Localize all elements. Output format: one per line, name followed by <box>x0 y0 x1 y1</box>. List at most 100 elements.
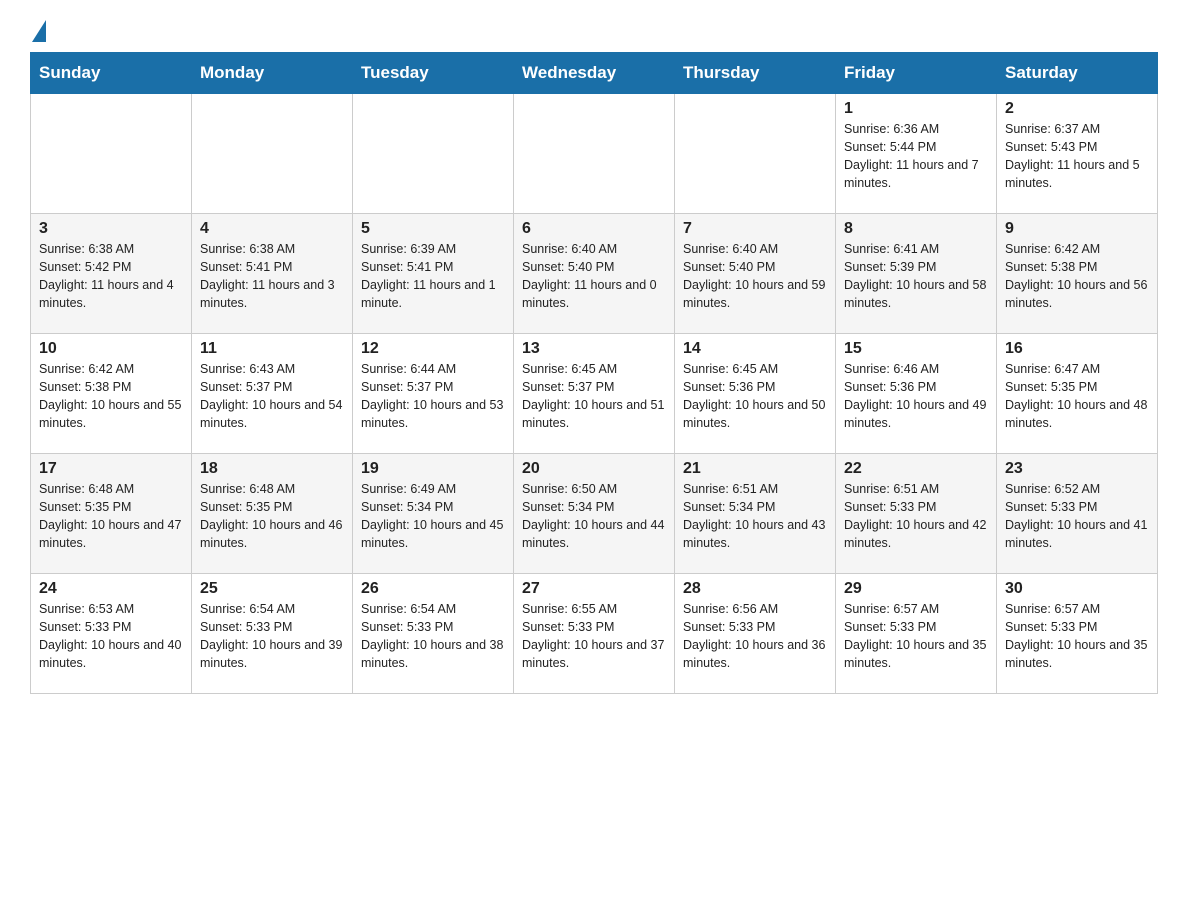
day-info: Sunrise: 6:39 AM Sunset: 5:41 PM Dayligh… <box>361 240 505 313</box>
day-number: 29 <box>844 580 988 598</box>
calendar-cell: 13 Sunrise: 6:45 AM Sunset: 5:37 PM Dayli… <box>514 334 675 454</box>
day-number: 21 <box>683 460 827 478</box>
calendar-cell: 30 Sunrise: 6:57 AM Sunset: 5:33 PM Dayli… <box>997 574 1158 694</box>
day-info: Sunrise: 6:42 AM Sunset: 5:38 PM Dayligh… <box>39 360 183 433</box>
calendar-cell <box>192 94 353 214</box>
day-number: 8 <box>844 220 988 238</box>
day-number: 7 <box>683 220 827 238</box>
day-number: 14 <box>683 340 827 358</box>
day-info: Sunrise: 6:51 AM Sunset: 5:34 PM Dayligh… <box>683 480 827 553</box>
day-info: Sunrise: 6:38 AM Sunset: 5:41 PM Dayligh… <box>200 240 344 313</box>
calendar-cell: 21 Sunrise: 6:51 AM Sunset: 5:34 PM Dayli… <box>675 454 836 574</box>
day-info: Sunrise: 6:50 AM Sunset: 5:34 PM Dayligh… <box>522 480 666 553</box>
day-number: 30 <box>1005 580 1149 598</box>
calendar-header-row: SundayMondayTuesdayWednesdayThursdayFrid… <box>31 53 1158 94</box>
day-info: Sunrise: 6:51 AM Sunset: 5:33 PM Dayligh… <box>844 480 988 553</box>
calendar-table: SundayMondayTuesdayWednesdayThursdayFrid… <box>30 52 1158 694</box>
calendar-cell <box>353 94 514 214</box>
day-number: 25 <box>200 580 344 598</box>
calendar-cell: 6 Sunrise: 6:40 AM Sunset: 5:40 PM Daylig… <box>514 214 675 334</box>
calendar-cell: 1 Sunrise: 6:36 AM Sunset: 5:44 PM Daylig… <box>836 94 997 214</box>
day-of-week-header: Wednesday <box>514 53 675 94</box>
day-number: 18 <box>200 460 344 478</box>
day-of-week-header: Sunday <box>31 53 192 94</box>
day-number: 5 <box>361 220 505 238</box>
calendar-cell: 23 Sunrise: 6:52 AM Sunset: 5:33 PM Dayli… <box>997 454 1158 574</box>
calendar-week-row: 24 Sunrise: 6:53 AM Sunset: 5:33 PM Dayli… <box>31 574 1158 694</box>
calendar-cell: 19 Sunrise: 6:49 AM Sunset: 5:34 PM Dayli… <box>353 454 514 574</box>
day-info: Sunrise: 6:37 AM Sunset: 5:43 PM Dayligh… <box>1005 120 1149 193</box>
day-of-week-header: Friday <box>836 53 997 94</box>
day-number: 13 <box>522 340 666 358</box>
day-info: Sunrise: 6:57 AM Sunset: 5:33 PM Dayligh… <box>1005 600 1149 673</box>
calendar-cell: 29 Sunrise: 6:57 AM Sunset: 5:33 PM Dayli… <box>836 574 997 694</box>
calendar-cell: 17 Sunrise: 6:48 AM Sunset: 5:35 PM Dayli… <box>31 454 192 574</box>
day-info: Sunrise: 6:42 AM Sunset: 5:38 PM Dayligh… <box>1005 240 1149 313</box>
day-info: Sunrise: 6:43 AM Sunset: 5:37 PM Dayligh… <box>200 360 344 433</box>
calendar-week-row: 17 Sunrise: 6:48 AM Sunset: 5:35 PM Dayli… <box>31 454 1158 574</box>
calendar-week-row: 3 Sunrise: 6:38 AM Sunset: 5:42 PM Daylig… <box>31 214 1158 334</box>
day-info: Sunrise: 6:40 AM Sunset: 5:40 PM Dayligh… <box>522 240 666 313</box>
day-number: 20 <box>522 460 666 478</box>
day-number: 6 <box>522 220 666 238</box>
day-number: 27 <box>522 580 666 598</box>
day-info: Sunrise: 6:53 AM Sunset: 5:33 PM Dayligh… <box>39 600 183 673</box>
calendar-cell: 8Sunrise: 6:41 AM Sunset: 5:39 PM Daylig… <box>836 214 997 334</box>
calendar-cell: 12 Sunrise: 6:44 AM Sunset: 5:37 PM Dayli… <box>353 334 514 454</box>
day-info: Sunrise: 6:44 AM Sunset: 5:37 PM Dayligh… <box>361 360 505 433</box>
day-info: Sunrise: 6:36 AM Sunset: 5:44 PM Dayligh… <box>844 120 988 193</box>
day-number: 4 <box>200 220 344 238</box>
calendar-cell <box>675 94 836 214</box>
day-number: 1 <box>844 100 988 118</box>
calendar-cell: 3 Sunrise: 6:38 AM Sunset: 5:42 PM Daylig… <box>31 214 192 334</box>
day-number: 16 <box>1005 340 1149 358</box>
day-info: Sunrise: 6:49 AM Sunset: 5:34 PM Dayligh… <box>361 480 505 553</box>
calendar-cell: 26 Sunrise: 6:54 AM Sunset: 5:33 PM Dayli… <box>353 574 514 694</box>
calendar-cell: 15 Sunrise: 6:46 AM Sunset: 5:36 PM Dayli… <box>836 334 997 454</box>
day-number: 9 <box>1005 220 1149 238</box>
day-info: Sunrise: 6:52 AM Sunset: 5:33 PM Dayligh… <box>1005 480 1149 553</box>
day-of-week-header: Monday <box>192 53 353 94</box>
day-of-week-header: Tuesday <box>353 53 514 94</box>
day-number: 15 <box>844 340 988 358</box>
page-header <box>30 20 1158 42</box>
day-info: Sunrise: 6:40 AM Sunset: 5:40 PM Dayligh… <box>683 240 827 313</box>
logo <box>30 20 46 42</box>
calendar-cell: 11 Sunrise: 6:43 AM Sunset: 5:37 PM Dayli… <box>192 334 353 454</box>
day-info: Sunrise: 6:38 AM Sunset: 5:42 PM Dayligh… <box>39 240 183 313</box>
calendar-week-row: 1 Sunrise: 6:36 AM Sunset: 5:44 PM Daylig… <box>31 94 1158 214</box>
calendar-cell: 27 Sunrise: 6:55 AM Sunset: 5:33 PM Dayli… <box>514 574 675 694</box>
day-info: Sunrise: 6:55 AM Sunset: 5:33 PM Dayligh… <box>522 600 666 673</box>
calendar-cell: 18 Sunrise: 6:48 AM Sunset: 5:35 PM Dayli… <box>192 454 353 574</box>
day-number: 23 <box>1005 460 1149 478</box>
day-number: 26 <box>361 580 505 598</box>
day-info: Sunrise: 6:48 AM Sunset: 5:35 PM Dayligh… <box>200 480 344 553</box>
day-number: 10 <box>39 340 183 358</box>
day-number: 28 <box>683 580 827 598</box>
calendar-cell: 7 Sunrise: 6:40 AM Sunset: 5:40 PM Daylig… <box>675 214 836 334</box>
day-info: Sunrise: 6:47 AM Sunset: 5:35 PM Dayligh… <box>1005 360 1149 433</box>
calendar-cell: 9 Sunrise: 6:42 AM Sunset: 5:38 PM Daylig… <box>997 214 1158 334</box>
day-number: 22 <box>844 460 988 478</box>
calendar-cell: 4 Sunrise: 6:38 AM Sunset: 5:41 PM Daylig… <box>192 214 353 334</box>
calendar-cell: 14 Sunrise: 6:45 AM Sunset: 5:36 PM Dayli… <box>675 334 836 454</box>
calendar-cell <box>31 94 192 214</box>
day-number: 12 <box>361 340 505 358</box>
day-info: Sunrise: 6:46 AM Sunset: 5:36 PM Dayligh… <box>844 360 988 433</box>
day-info: Sunrise: 6:45 AM Sunset: 5:36 PM Dayligh… <box>683 360 827 433</box>
day-of-week-header: Thursday <box>675 53 836 94</box>
calendar-cell: 5 Sunrise: 6:39 AM Sunset: 5:41 PM Daylig… <box>353 214 514 334</box>
day-number: 19 <box>361 460 505 478</box>
day-info: Sunrise: 6:54 AM Sunset: 5:33 PM Dayligh… <box>200 600 344 673</box>
day-number: 17 <box>39 460 183 478</box>
calendar-cell: 25 Sunrise: 6:54 AM Sunset: 5:33 PM Dayli… <box>192 574 353 694</box>
day-number: 24 <box>39 580 183 598</box>
day-info: Sunrise: 6:48 AM Sunset: 5:35 PM Dayligh… <box>39 480 183 553</box>
day-number: 3 <box>39 220 183 238</box>
calendar-cell <box>514 94 675 214</box>
day-info: Sunrise: 6:57 AM Sunset: 5:33 PM Dayligh… <box>844 600 988 673</box>
day-number: 11 <box>200 340 344 358</box>
day-info: Sunrise: 6:45 AM Sunset: 5:37 PM Dayligh… <box>522 360 666 433</box>
day-info: Sunrise: 6:56 AM Sunset: 5:33 PM Dayligh… <box>683 600 827 673</box>
day-info: Sunrise: 6:54 AM Sunset: 5:33 PM Dayligh… <box>361 600 505 673</box>
